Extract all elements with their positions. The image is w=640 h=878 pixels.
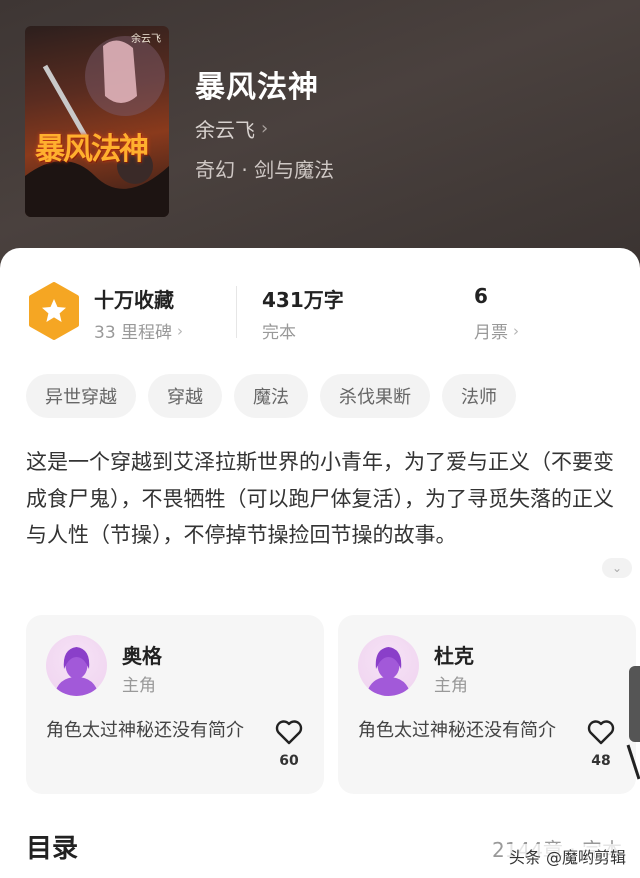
tag-chip[interactable]: 穿越	[148, 374, 222, 418]
monthly-ticket-link[interactable]: 月票 ›	[474, 318, 519, 344]
milestone-link[interactable]: 33 里程碑 ›	[94, 318, 184, 344]
book-title: 暴风法神	[195, 70, 319, 105]
book-description: 这是一个穿越到艾泽拉斯世界的小青年，为了爱与正义（不要变成食尸鬼），不畏牺牲（可…	[26, 450, 614, 547]
tag-chip[interactable]: 异世穿越	[26, 374, 136, 418]
collection-count: 十万收藏	[94, 288, 174, 312]
stat-divider	[236, 286, 237, 338]
monthly-ticket-label: 月票	[474, 323, 508, 343]
toc-title: 目录	[26, 834, 79, 864]
book-genre: 奇幻 · 剑与魔法	[195, 158, 335, 182]
monthly-ticket-count: 6	[474, 284, 488, 308]
cover-author: 余云飞	[131, 34, 161, 45]
milestone-label: 33 里程碑	[94, 323, 173, 343]
word-count: 431万字	[262, 288, 344, 312]
person-silhouette-icon	[54, 647, 99, 696]
character-role: 主角	[434, 676, 468, 696]
heart-icon[interactable]	[586, 717, 616, 747]
character-description: 角色太过神秘还没有简介	[358, 720, 556, 741]
character-description: 角色太过神秘还没有简介	[46, 720, 244, 741]
scroll-hint-icon	[626, 744, 640, 780]
like-count: 60	[279, 753, 299, 769]
avatar	[46, 635, 107, 696]
person-silhouette-icon	[366, 647, 411, 696]
book-cover[interactable]: 余云飞 暴风法神	[25, 26, 169, 217]
cover-title: 暴风法神	[35, 132, 149, 167]
character-card[interactable]: 奥格 主角 角色太过神秘还没有简介 60	[26, 615, 324, 794]
tag-chip[interactable]: 魔法	[234, 374, 308, 418]
character-card[interactable]: 杜克 主角 角色太过神秘还没有简介 48	[338, 615, 636, 794]
chevron-right-icon: ›	[177, 321, 184, 340]
floating-side-tab[interactable]	[629, 666, 640, 742]
avatar	[358, 635, 419, 696]
tag-chip[interactable]: 法师	[442, 374, 516, 418]
character-name: 杜克	[434, 644, 474, 668]
completion-status: 完本	[262, 323, 296, 343]
expand-description-button[interactable]: ⌄	[602, 558, 632, 578]
chevron-right-icon: ›	[261, 118, 269, 139]
tag-chip[interactable]: 杀伐果断	[320, 374, 430, 418]
star-badge-icon	[29, 282, 79, 340]
watermark: 头条 @魔哟剪辑	[506, 844, 628, 868]
tag-list: 异世穿越 穿越 魔法 杀伐果断 法师	[26, 374, 516, 418]
author-link[interactable]: 余云飞 ›	[195, 114, 268, 143]
author-name: 余云飞	[195, 118, 255, 142]
cover-art	[25, 36, 169, 217]
like-count: 48	[591, 753, 611, 769]
heart-icon[interactable]	[274, 717, 304, 747]
chevron-right-icon: ›	[513, 321, 519, 340]
character-name: 奥格	[122, 644, 162, 668]
character-role: 主角	[122, 676, 156, 696]
chevron-down-icon: ⌄	[611, 561, 623, 575]
